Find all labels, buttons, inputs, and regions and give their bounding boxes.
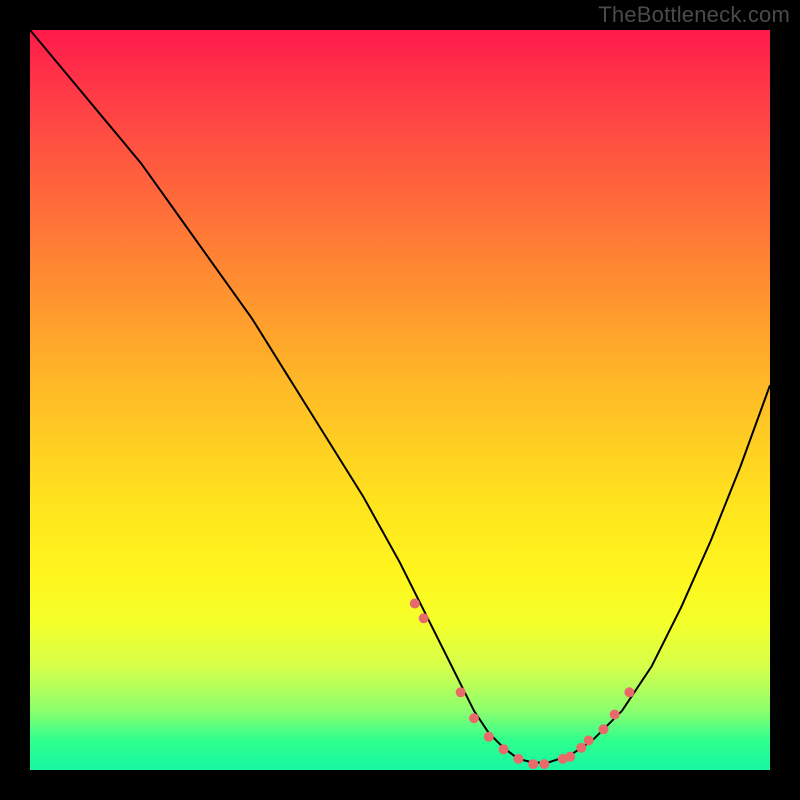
chart-svg: [30, 30, 770, 770]
highlight-dot: [410, 599, 420, 609]
highlight-dot: [499, 744, 509, 754]
highlight-dot: [419, 613, 429, 623]
chart-frame: TheBottleneck.com: [0, 0, 800, 800]
highlight-dots-group: [410, 599, 635, 770]
highlight-dot: [610, 710, 620, 720]
highlight-dot: [576, 743, 586, 753]
highlight-dot: [513, 754, 523, 764]
highlight-dot: [599, 724, 609, 734]
highlight-dot: [469, 713, 479, 723]
highlight-dot: [528, 759, 538, 769]
highlight-dot: [584, 735, 594, 745]
watermark-text: TheBottleneck.com: [598, 2, 790, 28]
highlight-dot: [565, 752, 575, 762]
plot-area: [30, 30, 770, 770]
highlight-dot: [456, 687, 466, 697]
bottleneck-curve: [30, 30, 770, 763]
highlight-dot: [624, 687, 634, 697]
highlight-dot: [539, 759, 549, 769]
highlight-dot: [484, 732, 494, 742]
